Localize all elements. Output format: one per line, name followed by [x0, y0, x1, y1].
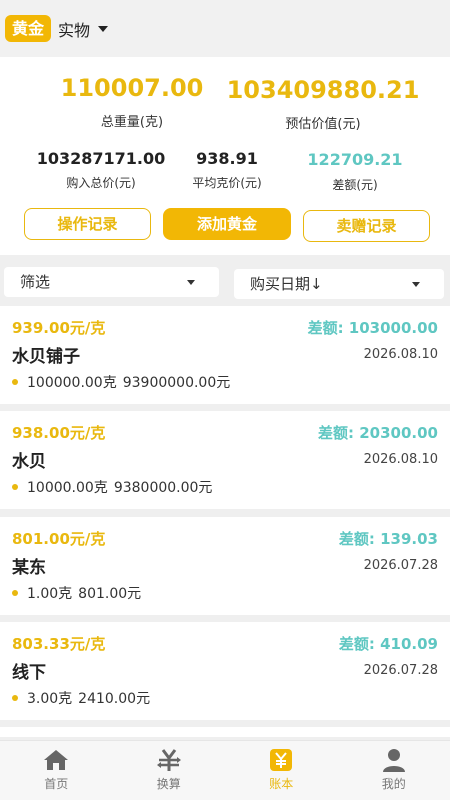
purchase-total-label: 购入总价(元)	[66, 176, 136, 190]
unit-price: 803.33元/克	[12, 635, 106, 653]
list-item[interactable]: 939.00元/克 差额: 103000.00 水贝铺子 2026.08.10 …	[0, 306, 450, 404]
bullet-icon	[12, 695, 18, 701]
total-weight-value: 110007.00	[60, 74, 204, 102]
difference-amount: 差额: 139.03	[338, 530, 438, 548]
nav-convert[interactable]: 换算	[113, 741, 226, 800]
avg-price-value: 938.91	[196, 149, 258, 168]
nav-home[interactable]: 首页	[0, 741, 113, 800]
nav-label: 换算	[156, 777, 181, 791]
user-icon	[379, 747, 409, 773]
total-weight-label: 总重量(克)	[100, 115, 164, 130]
store-name: 水贝铺子	[12, 347, 80, 367]
chevron-down-icon	[412, 282, 420, 287]
home-icon	[41, 747, 71, 773]
list-item[interactable]: 801.00元/克 差额: 139.03 某东 2026.07.28 1.00克…	[0, 517, 450, 615]
item-detail: 10000.00克 9380000.00元	[12, 477, 212, 497]
purchase-date: 2026.07.28	[363, 558, 438, 573]
purchase-date: 2026.08.10	[363, 347, 438, 362]
unit-price: 939.00元/克	[12, 319, 106, 337]
bullet-icon	[12, 379, 18, 385]
bullet-icon	[12, 590, 18, 596]
ledger-icon	[266, 747, 296, 773]
nav-label: 账本	[269, 777, 294, 791]
sort-dropdown[interactable]: 购买日期↓	[234, 269, 444, 299]
list-item[interactable]: 803.33元/克 差额: 410.09 线下 2026.07.28 3.00克…	[0, 622, 450, 720]
purchase-date: 2026.08.10	[363, 452, 438, 467]
weight: 10000.00克	[27, 480, 108, 496]
purchase-total-value: 103287171.00	[36, 149, 166, 168]
amount: 9380000.00元	[113, 480, 213, 496]
amount: 93900000.00元	[122, 375, 231, 391]
weight: 1.00克	[27, 586, 73, 602]
sort-label: 购买日期↓	[250, 275, 323, 293]
kind-dropdown[interactable]: 实物	[58, 17, 109, 41]
filter-label: 筛选	[20, 273, 51, 291]
unit-price: 938.00元/克	[12, 424, 106, 442]
item-detail: 100000.00克 93900000.00元	[12, 372, 230, 392]
difference-value: 122709.21	[307, 150, 403, 169]
yuan-convert-icon	[154, 747, 184, 773]
item-detail: 3.00克 2410.00元	[12, 688, 150, 708]
add-gold-button[interactable]: 添加黄金	[163, 208, 291, 240]
filter-dropdown[interactable]: 筛选	[4, 267, 219, 297]
chevron-down-icon	[187, 280, 195, 285]
kind-label: 实物	[58, 20, 91, 40]
amount: 2410.00元	[78, 691, 151, 707]
difference-amount: 差额: 410.09	[338, 635, 438, 653]
difference-amount: 差额: 20300.00	[318, 424, 438, 442]
amount: 801.00元	[78, 586, 142, 602]
weight: 100000.00克	[27, 375, 117, 391]
bullet-icon	[12, 484, 18, 490]
list-item-partial	[0, 727, 450, 737]
bottom-nav: 首页 换算 账本 我的	[0, 740, 450, 800]
store-name: 某东	[12, 558, 46, 578]
unit-price: 801.00元/克	[12, 530, 106, 548]
summary-panel: 110007.00 总重量(克) 103409880.21 预估价值(元) 10…	[0, 57, 450, 255]
nav-profile[interactable]: 我的	[338, 741, 450, 800]
avg-price-label: 平均克价(元)	[192, 176, 262, 190]
operation-records-button[interactable]: 操作记录	[24, 208, 151, 240]
top-bar: 黄金 实物	[0, 0, 450, 57]
estimated-value-label: 预估价值(元)	[285, 117, 361, 132]
nav-ledger[interactable]: 账本	[225, 741, 338, 800]
item-detail: 1.00克 801.00元	[12, 583, 141, 603]
nav-label: 首页	[44, 777, 69, 791]
sell-gift-records-button[interactable]: 卖赠记录	[303, 210, 430, 242]
weight: 3.00克	[27, 691, 73, 707]
store-name: 线下	[12, 663, 46, 683]
difference-amount: 差额: 103000.00	[307, 319, 438, 337]
chevron-down-icon	[98, 25, 109, 32]
gold-tab[interactable]: 黄金	[5, 15, 52, 42]
estimated-value: 103409880.21	[226, 76, 420, 104]
difference-label: 差额(元)	[332, 178, 378, 192]
nav-label: 我的	[381, 777, 406, 791]
purchase-date: 2026.07.28	[363, 663, 438, 678]
store-name: 水贝	[12, 452, 46, 472]
list-item[interactable]: 938.00元/克 差额: 20300.00 水贝 2026.08.10 100…	[0, 411, 450, 509]
